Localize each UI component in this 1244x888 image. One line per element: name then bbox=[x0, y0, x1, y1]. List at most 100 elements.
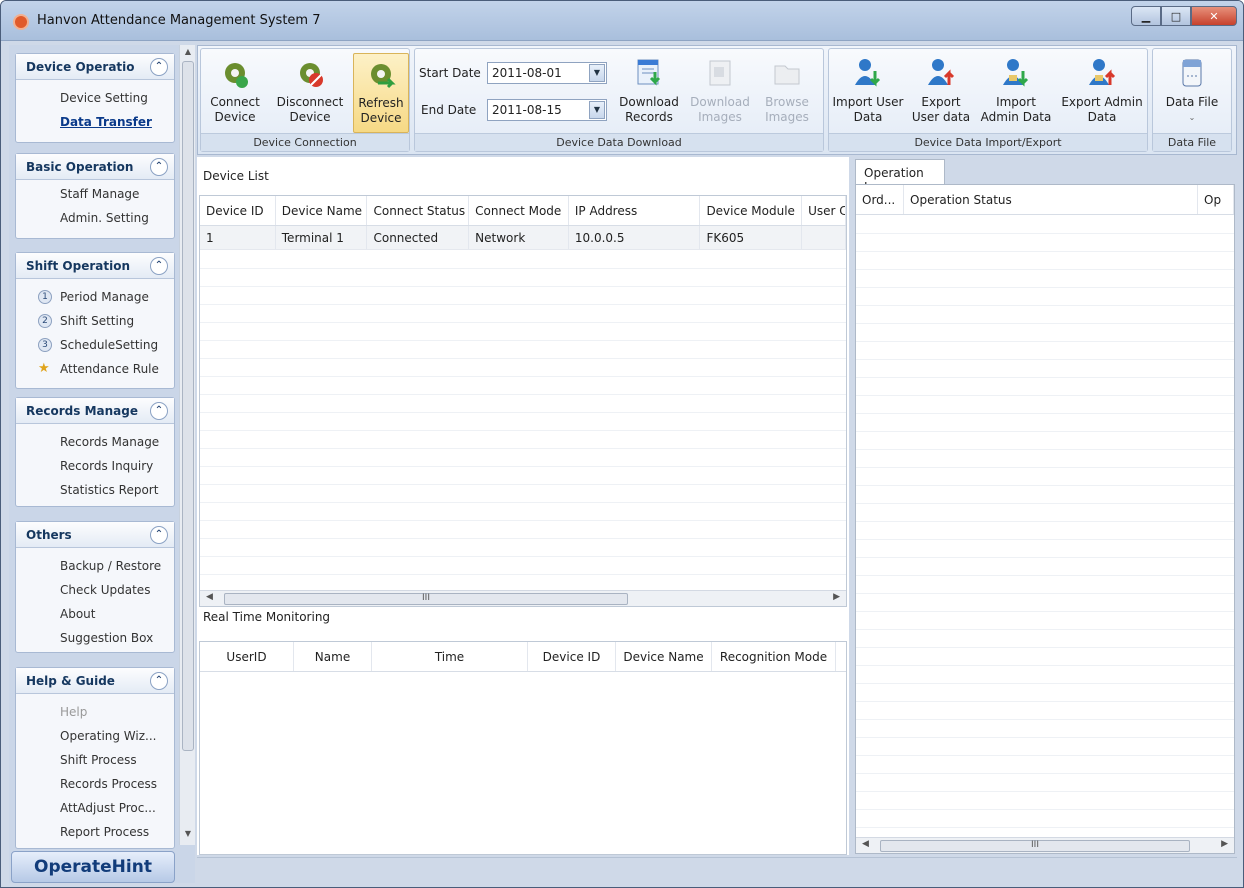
column-header[interactable]: UserID bbox=[200, 642, 294, 671]
sidebar-item-attendance-rule[interactable]: ★ Attendance Rule bbox=[16, 357, 174, 381]
download-images-button[interactable]: Download Images bbox=[687, 53, 753, 133]
column-header[interactable]: Device ID bbox=[528, 642, 616, 671]
sidebar-item-data-transfer[interactable]: Data Transfer bbox=[16, 110, 174, 134]
scroll-up-arrow-icon[interactable]: ▲ bbox=[182, 47, 194, 61]
end-date-label: End Date bbox=[421, 103, 477, 117]
sidebar-item-attadjust-process[interactable]: AttAdjust Proc... bbox=[16, 796, 174, 820]
sidebar-item-shift-process[interactable]: Shift Process bbox=[16, 748, 174, 772]
sidebar-item-shift-setting[interactable]: 2 Shift Setting bbox=[16, 309, 174, 333]
table-cell bbox=[802, 226, 846, 249]
group-title: Shift Operation bbox=[26, 258, 131, 273]
scroll-down-arrow-icon[interactable]: ▼ bbox=[182, 829, 194, 843]
group-header[interactable]: Basic Operation ⌃ bbox=[16, 154, 174, 180]
sidebar-item-period-manage[interactable]: 1 Period Manage bbox=[16, 285, 174, 309]
sidebar-item-records-process[interactable]: Records Process bbox=[16, 772, 174, 796]
column-header[interactable]: Operation Status bbox=[904, 185, 1198, 214]
column-header[interactable]: Connect Mode bbox=[469, 196, 569, 225]
refresh-device-button[interactable]: Refresh Device bbox=[353, 53, 409, 133]
dropdown-arrow-icon[interactable]: ▼ bbox=[589, 64, 605, 82]
collapse-icon[interactable]: ⌃ bbox=[150, 402, 168, 420]
sidebar-item-device-setting[interactable]: Device Setting bbox=[16, 86, 174, 110]
horizontal-scrollbar[interactable]: ◀ III ▶ bbox=[200, 590, 846, 606]
minimize-button[interactable]: ▁ bbox=[1131, 6, 1161, 26]
sidebar-item-records-manage[interactable]: Records Manage bbox=[16, 430, 174, 454]
download-records-button[interactable]: Download Records bbox=[615, 53, 683, 133]
import-user-data-button[interactable]: Import User Data bbox=[831, 53, 905, 133]
operate-hint-button[interactable]: OperateHint bbox=[11, 851, 175, 883]
date-value: 2011-08-01 bbox=[492, 66, 562, 80]
sidebar-item-schedule-setting[interactable]: 3 ScheduleSetting bbox=[16, 333, 174, 357]
browse-images-button[interactable]: Browse Images bbox=[757, 53, 817, 133]
dropdown-arrow-icon[interactable]: ▼ bbox=[589, 101, 605, 119]
import-admin-data-button[interactable]: Import Admin Data bbox=[977, 53, 1055, 133]
sidebar-item-check-updates[interactable]: Check Updates bbox=[16, 578, 174, 602]
column-header[interactable]: Name bbox=[294, 642, 372, 671]
data-file-button[interactable]: Data File ⌄ bbox=[1157, 53, 1227, 133]
button-label: Disconnect Device bbox=[276, 95, 344, 124]
close-button[interactable]: ✕ bbox=[1191, 6, 1237, 26]
import-user-icon bbox=[851, 55, 885, 91]
column-header[interactable]: Ord... bbox=[856, 185, 904, 214]
sidebar-item-backup-restore[interactable]: Backup / Restore bbox=[16, 554, 174, 578]
group-header[interactable]: Device Operatio ⌃ bbox=[16, 54, 174, 80]
group-title: Device Operatio bbox=[26, 59, 135, 74]
scroll-left-arrow-icon[interactable]: ◀ bbox=[206, 592, 213, 602]
scroll-right-arrow-icon[interactable]: ▶ bbox=[833, 592, 840, 602]
column-header[interactable]: Device ID bbox=[200, 196, 276, 225]
browse-images-icon bbox=[770, 55, 804, 91]
collapse-icon[interactable]: ⌃ bbox=[150, 257, 168, 275]
group-header[interactable]: Help & Guide ⌃ bbox=[16, 668, 174, 694]
column-header[interactable]: Device Name bbox=[616, 642, 712, 671]
export-admin-data-button[interactable]: Export Admin Data bbox=[1059, 53, 1145, 133]
date-value: 2011-08-15 bbox=[492, 103, 562, 117]
column-header[interactable]: Op bbox=[1198, 185, 1234, 214]
realtime-grid[interactable]: UserID Name Time Device ID Device Name R… bbox=[199, 641, 847, 855]
column-header[interactable]: Device Name bbox=[276, 196, 368, 225]
connect-device-button[interactable]: Connect Device bbox=[203, 53, 267, 133]
collapse-icon[interactable]: ⌃ bbox=[150, 158, 168, 176]
collapse-icon[interactable]: ⌃ bbox=[150, 526, 168, 544]
group-header[interactable]: Shift Operation ⌃ bbox=[16, 253, 174, 279]
sidebar-item-admin-setting[interactable]: Admin. Setting bbox=[16, 206, 174, 230]
table-cell: 1 bbox=[200, 226, 276, 249]
group-data-file: Data File ⌄ Data File bbox=[1152, 48, 1232, 152]
scroll-right-arrow-icon[interactable]: ▶ bbox=[1221, 839, 1228, 849]
column-header[interactable]: Connect Status bbox=[367, 196, 470, 225]
start-date-picker[interactable]: 2011-08-01 ▼ bbox=[487, 62, 607, 84]
table-row[interactable]: 1 Terminal 1 Connected Network 10.0.0.5 … bbox=[200, 226, 846, 250]
scroll-left-arrow-icon[interactable]: ◀ bbox=[862, 839, 869, 849]
table-cell: Terminal 1 bbox=[276, 226, 368, 249]
sidebar-item-report-process[interactable]: Report Process bbox=[16, 820, 174, 844]
column-header[interactable]: Time bbox=[372, 642, 528, 671]
column-header[interactable]: Device Module bbox=[700, 196, 803, 225]
item-label: Attendance Rule bbox=[60, 362, 159, 376]
sidebar-item-statistics-report[interactable]: Statistics Report bbox=[16, 478, 174, 502]
group-header[interactable]: Others ⌃ bbox=[16, 522, 174, 548]
column-header[interactable]: IP Address bbox=[569, 196, 701, 225]
collapse-icon[interactable]: ⌃ bbox=[150, 672, 168, 690]
scroll-thumb[interactable]: III bbox=[880, 840, 1190, 852]
disconnect-device-button[interactable]: Disconnect Device bbox=[273, 53, 347, 133]
tab-operation-log[interactable]: Operation Log bbox=[855, 159, 945, 194]
device-list-grid[interactable]: Device ID Device Name Connect Status Con… bbox=[199, 195, 847, 607]
sidebar-scrollbar[interactable]: ▲ ▼ bbox=[179, 45, 195, 845]
end-date-picker[interactable]: 2011-08-15 ▼ bbox=[487, 99, 607, 121]
ribbon-toolbar: Connect Device Disconnect Device Refresh… bbox=[197, 45, 1237, 155]
column-header[interactable]: User C bbox=[802, 196, 846, 225]
collapse-icon[interactable]: ⌃ bbox=[150, 58, 168, 76]
scroll-thumb[interactable]: III bbox=[224, 593, 628, 605]
column-header[interactable]: Recognition Mode bbox=[712, 642, 836, 671]
sidebar-item-staff-manage[interactable]: Staff Manage bbox=[16, 182, 174, 206]
export-user-data-button[interactable]: Export User data bbox=[907, 53, 975, 133]
sidebar-item-suggestion-box[interactable]: Suggestion Box bbox=[16, 626, 174, 650]
group-header[interactable]: Records Manage ⌃ bbox=[16, 398, 174, 424]
maximize-button[interactable]: □ bbox=[1161, 6, 1191, 26]
horizontal-scrollbar[interactable]: ◀ III ▶ bbox=[856, 837, 1234, 853]
operation-log-grid[interactable]: Ord... Operation Status Op ◀ III ▶ bbox=[855, 184, 1235, 854]
sidebar-item-records-inquiry[interactable]: Records Inquiry bbox=[16, 454, 174, 478]
scroll-thumb[interactable] bbox=[182, 61, 194, 751]
sidebar-item-operating-wizard[interactable]: Operating Wiz... bbox=[16, 724, 174, 748]
sidebar-item-help[interactable]: Help bbox=[16, 700, 174, 724]
sidebar-item-about[interactable]: About bbox=[16, 602, 174, 626]
grid-header: Ord... Operation Status Op bbox=[856, 185, 1234, 215]
